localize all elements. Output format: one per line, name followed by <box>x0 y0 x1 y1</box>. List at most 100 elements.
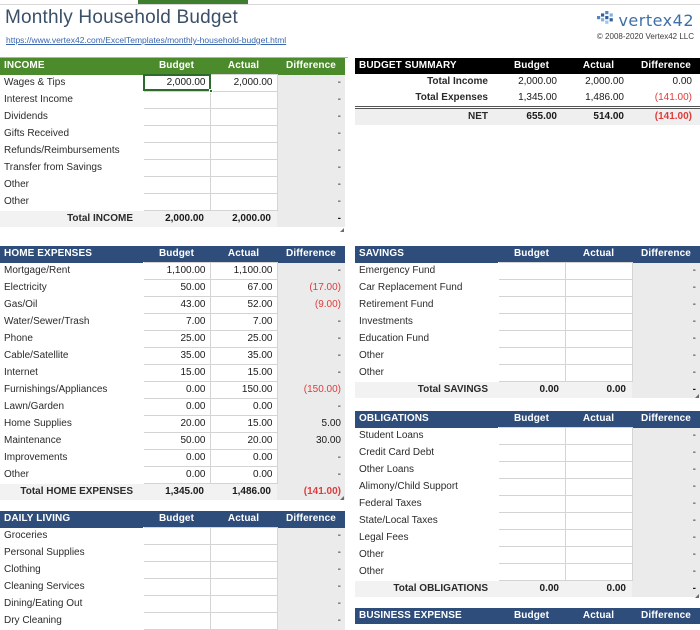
row-budget[interactable] <box>497 461 566 479</box>
row-budget[interactable] <box>497 262 566 280</box>
row-actual[interactable]: 20.00 <box>209 432 278 450</box>
row-budget[interactable] <box>142 108 211 126</box>
row-actual[interactable]: 2,000.00 <box>209 74 278 92</box>
row-difference: - <box>277 449 345 467</box>
row-budget[interactable]: 7.00 <box>142 313 211 331</box>
row-label: Water/Sewer/Trash <box>0 313 144 331</box>
row-actual[interactable]: 7.00 <box>209 313 278 331</box>
row-actual[interactable]: 150.00 <box>209 381 278 399</box>
row-budget[interactable] <box>497 495 566 513</box>
row-budget[interactable] <box>497 444 566 462</box>
row-budget[interactable]: 2,000.00 <box>142 74 211 92</box>
row-budget[interactable] <box>142 527 211 545</box>
row-actual[interactable] <box>564 461 633 479</box>
row-budget[interactable] <box>497 296 566 314</box>
row-budget[interactable] <box>142 595 211 613</box>
row-actual[interactable]: 0.00 <box>209 466 278 484</box>
row-label: Home Supplies <box>0 415 144 433</box>
row-budget[interactable] <box>142 612 211 630</box>
row-actual[interactable] <box>564 546 633 564</box>
row-budget[interactable] <box>142 91 211 109</box>
row-budget[interactable] <box>142 193 211 211</box>
row-actual[interactable] <box>209 544 278 562</box>
row-actual[interactable] <box>564 364 633 382</box>
row-budget[interactable] <box>142 176 211 194</box>
table-row: Other 0.00 0.00- <box>0 466 345 484</box>
row-budget[interactable]: 15.00 <box>142 364 211 382</box>
row-actual[interactable] <box>209 561 278 579</box>
row-budget[interactable] <box>497 546 566 564</box>
row-budget[interactable] <box>497 427 566 445</box>
row-actual[interactable] <box>209 142 278 160</box>
row-budget[interactable] <box>497 529 566 547</box>
row-actual[interactable]: 15.00 <box>209 364 278 382</box>
row-difference: - <box>277 74 345 92</box>
row-difference: - <box>277 125 345 143</box>
brand-block: vertex42 © 2008-2020 Vertex42 LLC <box>597 10 694 41</box>
row-budget[interactable]: 35.00 <box>142 347 211 365</box>
row-actual[interactable]: 52.00 <box>209 296 278 314</box>
template-source-link[interactable]: https://www.vertex42.com/ExcelTemplates/… <box>6 35 286 45</box>
row-budget[interactable] <box>142 125 211 143</box>
row-actual[interactable]: 25.00 <box>209 330 278 348</box>
row-actual[interactable] <box>209 108 278 126</box>
row-actual[interactable] <box>564 563 633 581</box>
row-actual[interactable]: 15.00 <box>209 415 278 433</box>
row-budget[interactable] <box>142 561 211 579</box>
row-budget[interactable]: 0.00 <box>142 466 211 484</box>
row-actual[interactable] <box>209 612 278 630</box>
row-actual[interactable]: 67.00 <box>209 279 278 297</box>
row-budget[interactable]: 0.00 <box>142 449 211 467</box>
row-actual[interactable] <box>209 176 278 194</box>
row-actual[interactable] <box>564 262 633 280</box>
row-actual[interactable]: 0.00 <box>209 398 278 416</box>
row-budget[interactable] <box>497 478 566 496</box>
total-label: Total SAVINGS <box>355 381 498 398</box>
row-budget[interactable]: 43.00 <box>142 296 211 314</box>
row-actual[interactable] <box>209 159 278 177</box>
row-budget[interactable]: 0.00 <box>142 381 211 399</box>
row-budget[interactable] <box>142 159 211 177</box>
row-budget[interactable]: 1,100.00 <box>142 262 211 280</box>
row-budget[interactable]: 0.00 <box>142 398 211 416</box>
row-actual[interactable] <box>209 193 278 211</box>
row-actual[interactable] <box>209 578 278 596</box>
row-budget[interactable] <box>142 578 211 596</box>
row-actual[interactable] <box>564 495 633 513</box>
row-actual[interactable] <box>209 527 278 545</box>
row-budget[interactable] <box>497 364 566 382</box>
row-actual[interactable] <box>209 125 278 143</box>
row-actual[interactable] <box>564 330 633 348</box>
row-label: Maintenance <box>0 432 144 450</box>
row-actual[interactable] <box>564 529 633 547</box>
row-budget[interactable] <box>497 279 566 297</box>
row-budget[interactable] <box>497 313 566 331</box>
business-expense-budget-header: Budget <box>498 608 565 624</box>
row-actual[interactable] <box>564 427 633 445</box>
row-actual[interactable] <box>209 91 278 109</box>
row-actual[interactable] <box>564 279 633 297</box>
row-actual[interactable] <box>564 347 633 365</box>
net-actual: 514.00 <box>565 106 632 125</box>
row-budget[interactable]: 50.00 <box>142 279 211 297</box>
row-actual[interactable]: 0.00 <box>209 449 278 467</box>
row-budget[interactable]: 25.00 <box>142 330 211 348</box>
row-budget[interactable] <box>142 544 211 562</box>
row-actual[interactable]: 1,100.00 <box>209 262 278 280</box>
fill-handle[interactable] <box>209 89 213 93</box>
row-budget[interactable] <box>497 347 566 365</box>
row-actual[interactable] <box>564 444 633 462</box>
row-budget[interactable] <box>497 563 566 581</box>
row-actual[interactable] <box>564 296 633 314</box>
row-actual[interactable] <box>564 478 633 496</box>
row-actual[interactable] <box>209 595 278 613</box>
budget-summary-section: BUDGET SUMMARY Budget Actual Difference … <box>355 58 700 125</box>
row-budget[interactable] <box>142 142 211 160</box>
row-actual[interactable] <box>564 313 633 331</box>
row-budget[interactable]: 50.00 <box>142 432 211 450</box>
row-budget[interactable] <box>497 330 566 348</box>
row-actual[interactable]: 35.00 <box>209 347 278 365</box>
row-actual[interactable] <box>564 512 633 530</box>
row-budget[interactable]: 20.00 <box>142 415 211 433</box>
row-budget[interactable] <box>497 512 566 530</box>
